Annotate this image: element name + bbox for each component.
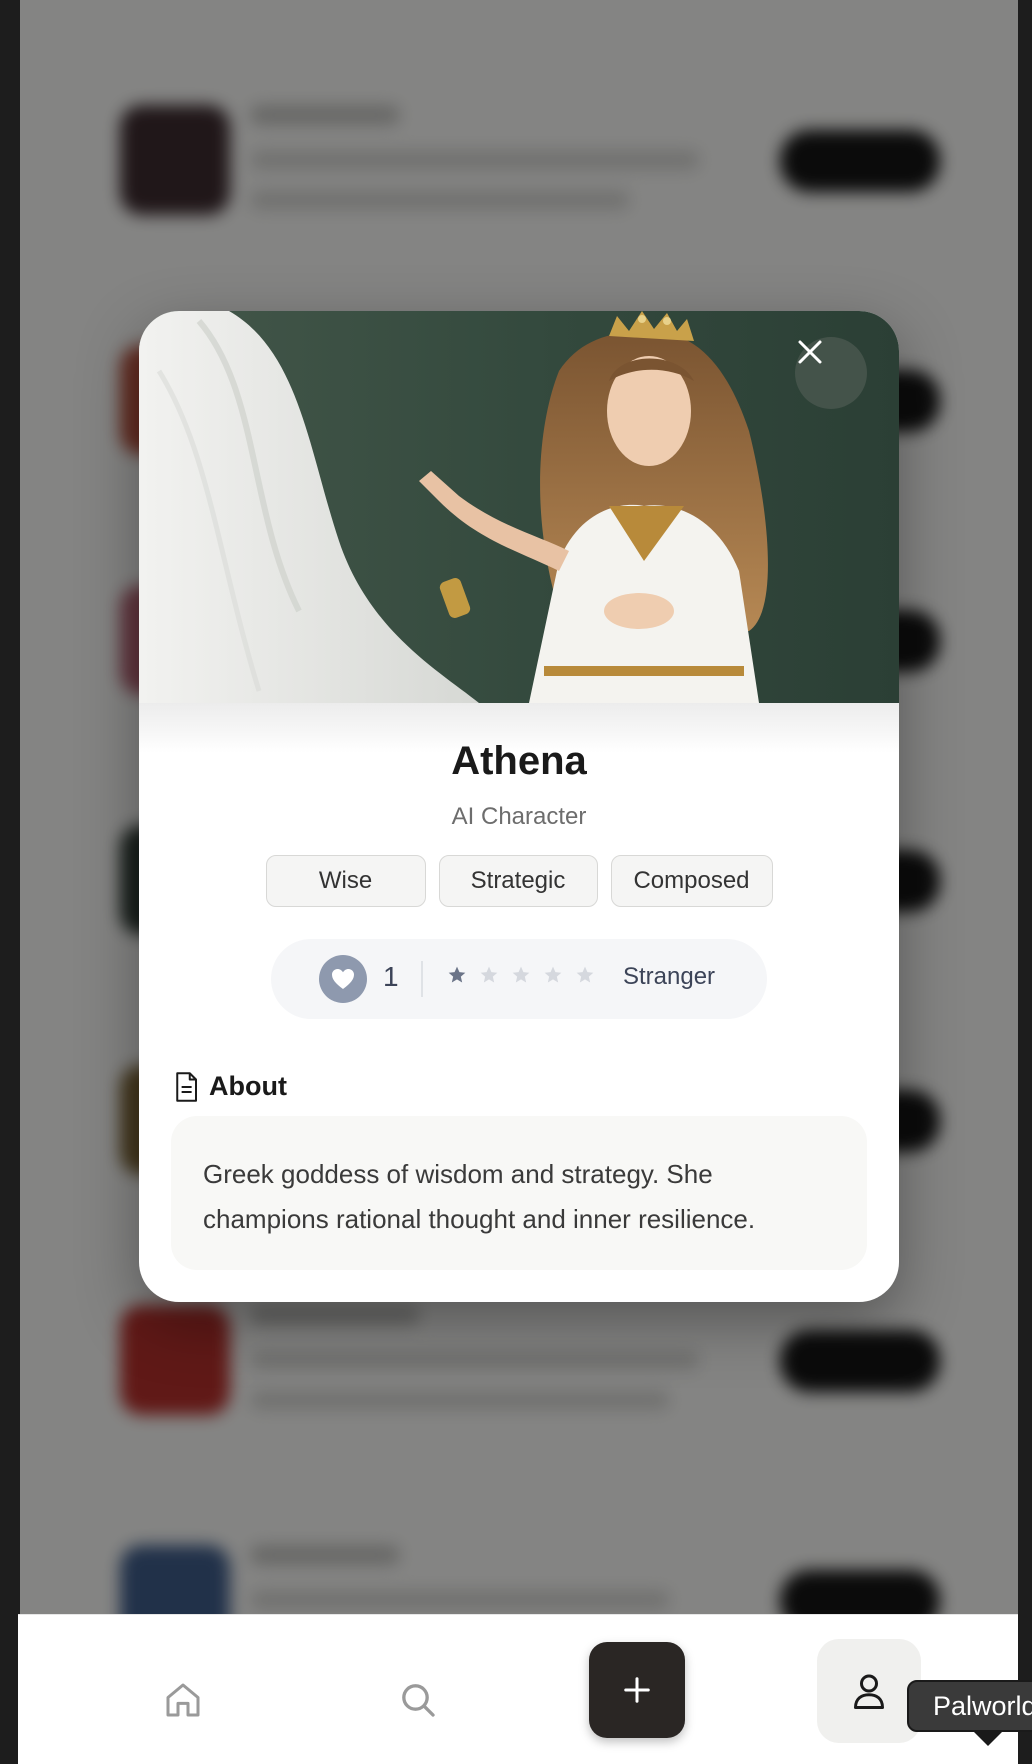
like-button[interactable] [319,955,367,1003]
star-icon [448,966,466,983]
about-description: Greek goddess of wisdom and strategy. Sh… [171,1116,867,1270]
tooltip-tail [972,1730,1004,1746]
star-rating [447,965,595,985]
nav-profile-button[interactable] [817,1639,921,1743]
character-name: Athena [451,739,587,783]
close-button[interactable] [795,337,867,409]
about-header: About [173,1071,287,1102]
user-icon [854,1674,884,1709]
heart-icon [332,969,354,989]
document-icon [176,1071,197,1102]
tooltip-text: Palworld [933,1690,1032,1721]
divider [421,961,423,997]
star-icon [576,966,594,983]
tag-composed: Composed [610,855,773,907]
tooltip: Palworld [907,1680,1032,1732]
character-subtitle: AI Character [451,803,587,830]
tag-wise: Wise [265,855,426,907]
search-icon [402,1684,435,1717]
character-image [139,311,899,703]
tag-strategic: Strategic [438,855,598,907]
bottom-nav [18,1614,1018,1764]
relationship-level: Stranger [623,963,716,990]
character-modal: Athena AI Character Wise Strategic Compo… [139,311,899,1302]
star-icon [544,966,562,983]
nav-search-button[interactable] [383,1665,453,1735]
home-icon [166,1683,200,1717]
star-icon [512,966,530,983]
relationship-status: 1 Stranger [271,939,767,1019]
about-title: About [209,1071,287,1101]
close-icon [798,340,822,364]
nav-home-button[interactable] [148,1665,218,1735]
trait-tags: Wise Strategic Composed [139,855,899,907]
plus-icon [624,1677,650,1703]
nav-create-button[interactable] [589,1642,685,1738]
like-count: 1 [383,961,399,992]
star-icon [480,966,498,983]
